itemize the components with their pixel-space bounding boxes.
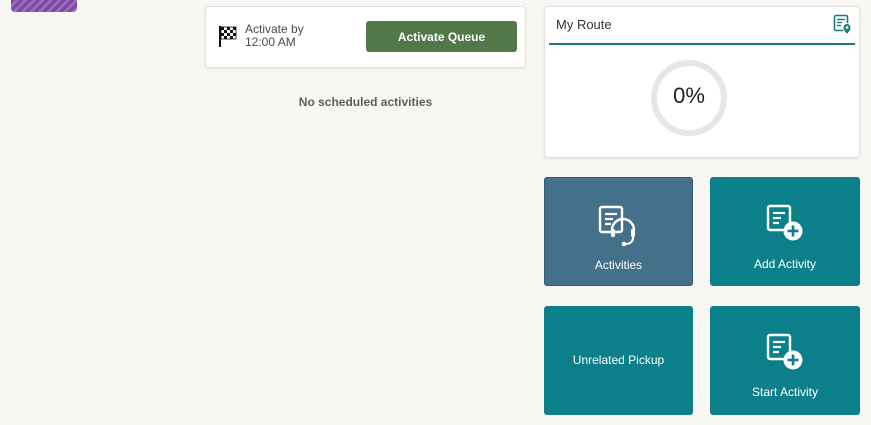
avatar[interactable]	[11, 0, 77, 12]
activities-tile-label: Activities	[594, 258, 643, 272]
activate-queue-card: Activate by 12:00 AM Activate Queue	[205, 6, 526, 68]
no-activities-message: No scheduled activities	[298, 95, 433, 109]
add-activity-tile-label: Add Activity	[753, 257, 817, 271]
start-activity-icon	[766, 333, 803, 370]
activate-queue-button[interactable]: Activate Queue	[366, 21, 517, 52]
activities-tile[interactable]: Activities	[544, 177, 693, 286]
app-root: Activate by 12:00 AM Activate Queue No s…	[0, 0, 871, 425]
start-activity-tile-label: Start Activity	[751, 385, 819, 399]
add-activity-icon	[766, 204, 803, 241]
my-route-card[interactable]: My Route 0%	[544, 6, 860, 158]
route-progress-percent: 0%	[673, 83, 705, 108]
start-activity-tile[interactable]: Start Activity	[710, 306, 860, 415]
checkered-flag-icon	[219, 26, 237, 47]
unrelated-pickup-tile[interactable]: Unrelated Pickup	[544, 306, 693, 415]
activate-time: 12:00 AM	[245, 35, 296, 49]
activities-headset-icon	[598, 205, 635, 247]
activate-time-text: Activate by 12:00 AM	[245, 23, 304, 49]
unrelated-pickup-tile-label: Unrelated Pickup	[572, 353, 665, 367]
add-activity-tile[interactable]: Add Activity	[710, 177, 860, 286]
route-map-pin-icon[interactable]	[833, 14, 853, 36]
route-divider	[549, 43, 855, 45]
route-title: My Route	[556, 17, 612, 32]
